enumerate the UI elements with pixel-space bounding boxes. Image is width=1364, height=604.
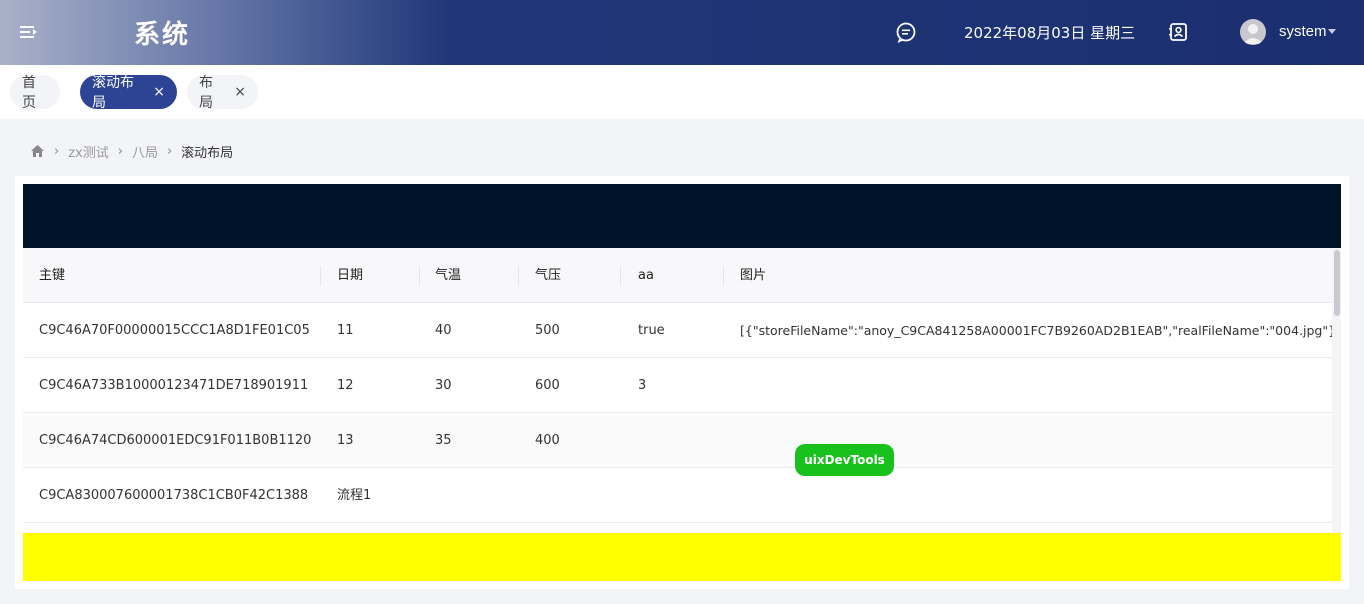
cell-image xyxy=(724,468,740,523)
data-table: 主键 日期 气温 气压 aa 图片 C9C46A70F00000015CCC1A… xyxy=(23,248,1341,533)
message-icon[interactable] xyxy=(895,21,917,43)
cell-date: 11 xyxy=(337,323,354,338)
column-header-pressure[interactable]: 气压 xyxy=(519,248,621,303)
cell-pressure: 600 xyxy=(535,378,560,393)
column-header-key[interactable]: 主键 xyxy=(23,248,321,303)
tab-label: 首页 xyxy=(22,75,36,111)
cell-image xyxy=(724,413,740,468)
breadcrumb-item-bajv[interactable]: 八局 xyxy=(132,142,158,161)
cell-key: C9C46A74CD600001EDC91F011B0B1120 xyxy=(39,433,312,448)
cell-date: 流程1 xyxy=(337,488,372,503)
table-header: 主键 日期 气温 气压 aa 图片 xyxy=(23,248,1332,303)
breadcrumb-item-current: 滚动布局 xyxy=(181,145,234,161)
breadcrumb-separator: › xyxy=(54,143,60,159)
avatar-icon xyxy=(1243,24,1263,44)
home-icon[interactable] xyxy=(30,144,45,158)
contact-card-icon[interactable] xyxy=(1167,21,1189,43)
app-title: 系统 xyxy=(134,20,191,50)
current-date: 2022年08月03日 星期三 xyxy=(964,24,1136,42)
tab-layout[interactable]: 布局 × xyxy=(187,75,258,111)
cell-date: 13 xyxy=(337,433,354,448)
cell-pressure xyxy=(519,468,535,523)
cell-image xyxy=(724,358,740,413)
menu-toggle-icon[interactable] xyxy=(18,21,40,43)
close-icon[interactable]: × xyxy=(153,85,165,99)
table-row[interactable]: C9C46A70F00000015CCC1A8D1FE01C05 11 40 5… xyxy=(23,303,1341,358)
cell-key: C9CA830007600001738C1CB0F42C1388 xyxy=(39,488,309,503)
column-header-image[interactable]: 图片 xyxy=(724,248,1324,303)
cell-aa: true xyxy=(638,323,665,338)
cell-temperature: 35 xyxy=(435,433,452,448)
devtools-button[interactable]: uixDevTools xyxy=(795,444,894,476)
table-row[interactable]: C9C46A733B10000123471DE718901911 12 30 6… xyxy=(23,358,1332,413)
breadcrumb: › zx测试 › 八局 › 滚动布局 xyxy=(30,141,233,161)
close-icon[interactable]: × xyxy=(234,85,246,99)
tab-label: 布局 xyxy=(199,75,213,111)
column-header-temperature[interactable]: 气温 xyxy=(419,248,519,303)
cell-key: C9C46A733B10000123471DE718901911 xyxy=(39,378,309,393)
top-header: 系统 2022年08月03日 星期三 system xyxy=(0,0,1364,65)
cell-aa: 3 xyxy=(638,378,647,393)
cell-image: [{"storeFileName":"anoy_C9CA841258A00001… xyxy=(740,323,1341,338)
column-header-aa[interactable]: aa xyxy=(622,248,724,303)
table-row[interactable]: C9C46A74CD600001EDC91F011B0B1120 13 35 4… xyxy=(23,413,1332,468)
breadcrumb-separator: › xyxy=(166,143,173,159)
breadcrumb-separator: › xyxy=(117,143,123,159)
user-name[interactable]: system xyxy=(1279,23,1327,40)
tab-home[interactable]: 首页 xyxy=(10,75,60,111)
cell-temperature: 40 xyxy=(435,323,452,338)
tab-label: 滚动布局 xyxy=(92,75,134,111)
cell-aa xyxy=(622,413,638,468)
avatar[interactable] xyxy=(1240,19,1266,45)
cell-temperature xyxy=(419,468,435,523)
cell-temperature: 30 xyxy=(435,378,452,393)
dark-banner xyxy=(23,184,1341,248)
cell-aa xyxy=(622,468,638,523)
chevron-down-icon[interactable] xyxy=(1328,29,1336,34)
column-header-date[interactable]: 日期 xyxy=(321,248,420,303)
cell-pressure: 500 xyxy=(535,323,560,338)
scrollbar-thumb[interactable] xyxy=(1334,250,1340,316)
column-divider xyxy=(620,266,621,286)
tab-bar: 首页 滚动布局 × 布局 × xyxy=(0,65,1364,119)
tab-scroll-layout[interactable]: 滚动布局 × xyxy=(80,75,177,111)
breadcrumb-item-zx-test[interactable]: zx测试 xyxy=(68,142,109,161)
vertical-scrollbar[interactable] xyxy=(1332,248,1341,533)
yellow-footer-band xyxy=(23,533,1341,581)
cell-pressure: 400 xyxy=(535,433,560,448)
cell-key: C9C46A70F00000015CCC1A8D1FE01C05 xyxy=(39,323,310,338)
cell-date: 12 xyxy=(337,378,354,393)
table-row[interactable]: C9CA830007600001738C1CB0F42C1388 流程1 xyxy=(23,468,1332,523)
